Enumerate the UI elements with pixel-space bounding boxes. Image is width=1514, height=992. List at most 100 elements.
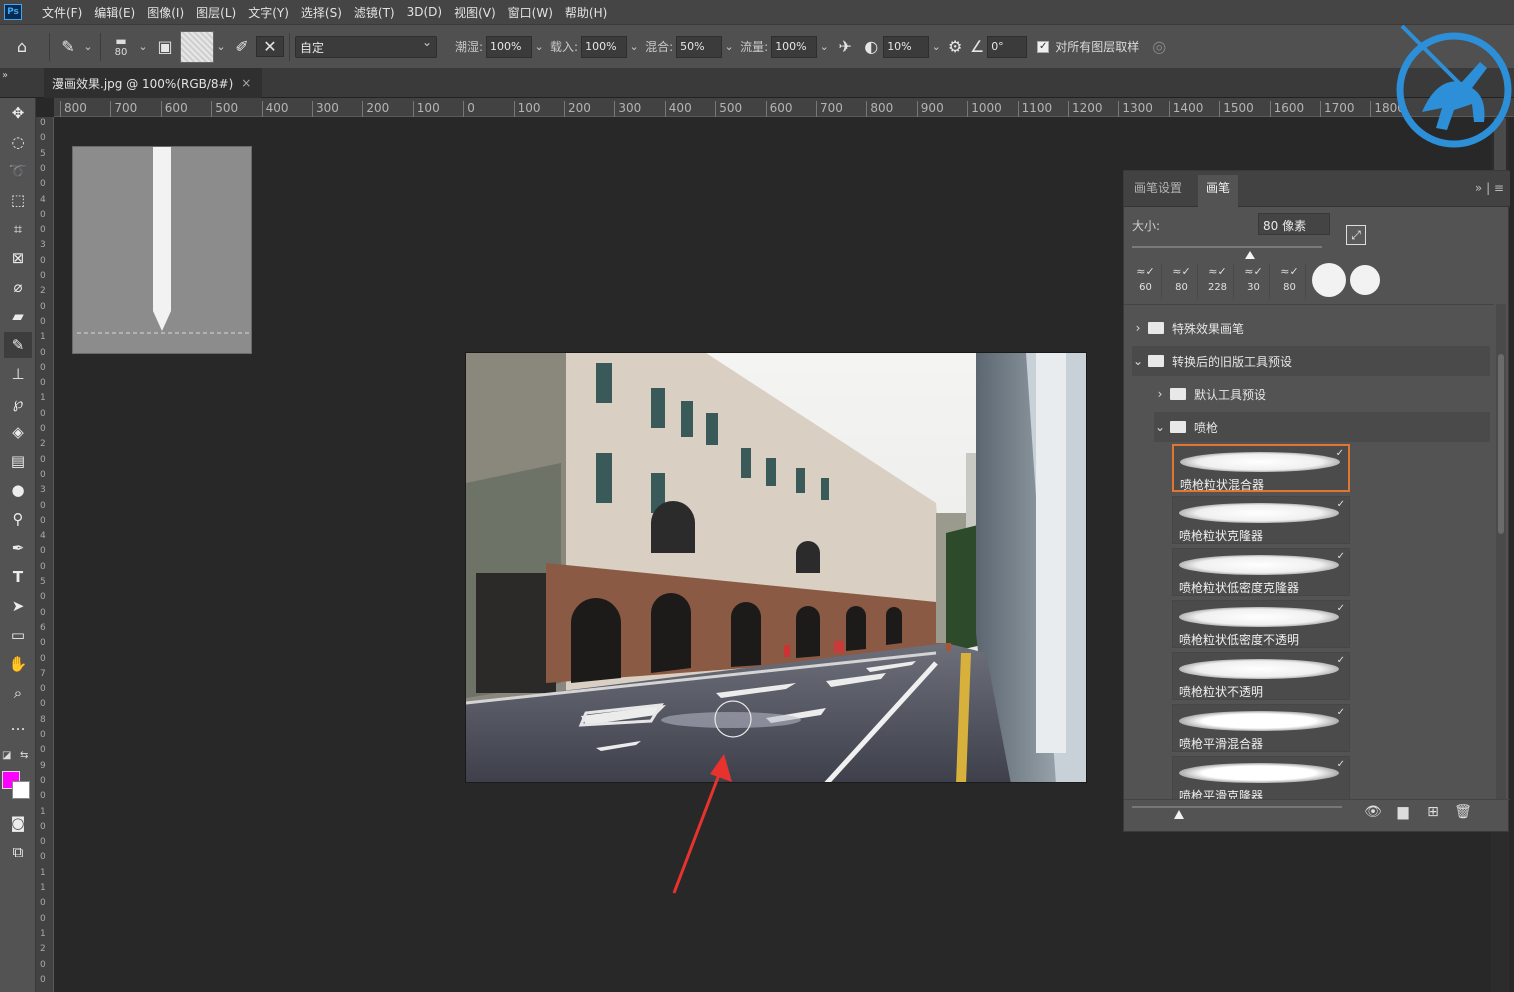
recent-brush-30[interactable]: ≈✓ 30	[1238, 263, 1270, 299]
load-brush-icon[interactable]: ✐	[228, 37, 256, 56]
brush-airbrush-grainy-low-density-opaque[interactable]: ✓ 喷枪粒状低密度不透明	[1172, 600, 1350, 648]
path-select-tool-icon[interactable]: ➤	[4, 593, 32, 619]
frame-tool-icon[interactable]: ⊠	[4, 245, 32, 271]
quick-mask-icon[interactable]: ◙	[4, 810, 32, 836]
rectangle-tool-icon[interactable]: ▭	[4, 622, 32, 648]
menu-3d[interactable]: 3D(D)	[401, 5, 448, 19]
brush-airbrush-smooth-cloner[interactable]: ✓ 喷枪平滑克隆器	[1172, 756, 1350, 799]
blur-tool-icon[interactable]: ●	[4, 477, 32, 503]
flip-brush-icon[interactable]: ⤢	[1346, 225, 1366, 245]
close-icon[interactable]: ×	[241, 76, 251, 90]
load-field[interactable]: 100%	[581, 35, 628, 58]
menu-image[interactable]: 图像(I)	[141, 4, 190, 21]
folder-special-effects[interactable]: › 特殊效果画笔	[1132, 313, 1494, 343]
eyedropper-tool-icon[interactable]: ⌀	[4, 274, 32, 300]
menu-view[interactable]: 视图(V)	[448, 4, 502, 21]
chevron-down-icon[interactable]: ⌄	[532, 40, 546, 53]
airbrush-icon[interactable]: ✈	[831, 37, 859, 56]
brush-airbrush-grainy-cloner[interactable]: ✓ 喷枪粒状克隆器	[1172, 496, 1350, 544]
clean-brush-icon[interactable]: ✕	[256, 36, 284, 57]
folder-converted-legacy[interactable]: ⌄ 转换后的旧版工具预设	[1132, 346, 1490, 376]
new-group-icon[interactable]: ▆	[1388, 804, 1418, 820]
background-color-swatch[interactable]	[12, 781, 30, 799]
mix-field[interactable]: 50%	[676, 35, 723, 58]
toggle-preview-icon[interactable]: 👁	[1358, 804, 1388, 820]
brush-list-scrollbar[interactable]	[1496, 304, 1506, 799]
current-brush-load-swatch[interactable]	[180, 30, 214, 63]
gear-icon[interactable]: ⚙	[943, 37, 967, 56]
brush-airbrush-grainy-mixer[interactable]: ✓ 喷枪粒状混合器	[1172, 444, 1350, 492]
brush-tool-icon[interactable]: ✎	[4, 332, 32, 358]
chevron-down-icon[interactable]: ⌄	[722, 40, 736, 53]
chevron-down-icon[interactable]: ⌄	[214, 40, 228, 53]
brush-preset-picker[interactable]: ▬ 80	[106, 35, 136, 59]
flow-field[interactable]: 100%	[771, 35, 818, 58]
move-tool-icon[interactable]: ✥	[4, 100, 32, 126]
expand-panels-icon[interactable]: »	[2, 70, 8, 81]
screen-mode-icon[interactable]: ⧉	[4, 839, 32, 865]
recent-brush-round[interactable]	[1350, 265, 1380, 295]
new-brush-icon[interactable]: ⊞	[1418, 804, 1448, 820]
scrollbar-thumb[interactable]	[1498, 354, 1504, 534]
gradient-tool-icon[interactable]: ▤	[4, 448, 32, 474]
brush-settings-icon[interactable]: ▣	[150, 37, 180, 56]
menu-window[interactable]: 窗口(W)	[502, 4, 559, 21]
object-select-tool-icon[interactable]: ⬚	[4, 187, 32, 213]
angle-field[interactable]: 0°	[987, 35, 1028, 58]
chevron-down-icon[interactable]: ⌄	[929, 40, 943, 53]
menu-layer[interactable]: 图层(L)	[190, 4, 242, 21]
chevron-right-icon[interactable]: ›	[1132, 321, 1144, 335]
panel-menu-icon[interactable]: » | ≡	[1475, 181, 1504, 195]
type-tool-icon[interactable]: T	[4, 564, 32, 590]
eraser-tool-icon[interactable]: ◈	[4, 419, 32, 445]
pen-tool-icon[interactable]: ✒	[4, 535, 32, 561]
chevron-down-icon[interactable]: ⌄	[627, 40, 641, 53]
sample-all-layers-checkbox[interactable]: ✓	[1037, 40, 1050, 53]
swap-colors-icon[interactable]: ⇆	[20, 750, 28, 761]
brush-airbrush-grainy-low-density-cloner[interactable]: ✓ 喷枪粒状低密度克隆器	[1172, 548, 1350, 596]
folder-default-tool-presets[interactable]: › 默认工具预设	[1154, 379, 1494, 409]
recent-brush-hard-round[interactable]	[1312, 263, 1346, 297]
dodge-tool-icon[interactable]: ⚲	[4, 506, 32, 532]
street-photo[interactable]	[465, 352, 1087, 783]
history-brush-tool-icon[interactable]: ℘	[4, 390, 32, 416]
thumbnail-size-thumb[interactable]	[1174, 810, 1184, 819]
healing-brush-tool-icon[interactable]: ▰	[4, 303, 32, 329]
folder-airbrush[interactable]: ⌄ 喷枪	[1154, 412, 1490, 442]
tab-brushes[interactable]: 画笔	[1198, 175, 1239, 207]
trash-icon[interactable]: 🗑	[1448, 804, 1478, 820]
home-icon[interactable]: ⌂	[0, 37, 44, 56]
lasso-tool-icon[interactable]: ➰	[4, 158, 32, 184]
menu-type[interactable]: 文字(Y)	[242, 4, 295, 21]
wet-field[interactable]: 100%	[486, 35, 533, 58]
recent-brush-228[interactable]: ≈✓ 228	[1202, 263, 1234, 299]
mixer-brush-icon[interactable]: ✎	[55, 37, 81, 56]
size-slider-thumb[interactable]	[1244, 251, 1255, 259]
chevron-down-icon[interactable]: ⌄	[1132, 354, 1144, 368]
chevron-down-icon[interactable]: ⌄	[1154, 420, 1166, 434]
menu-help[interactable]: 帮助(H)	[559, 4, 613, 21]
more-tools-icon[interactable]: …	[4, 712, 32, 738]
chevron-right-icon[interactable]: ›	[1154, 387, 1166, 401]
tab-brush-settings[interactable]: 画笔设置	[1134, 179, 1182, 196]
menu-edit[interactable]: 编辑(E)	[88, 4, 141, 21]
brush-airbrush-smooth-mixer[interactable]: ✓ 喷枪平滑混合器	[1172, 704, 1350, 752]
default-colors-icon[interactable]: ◪	[2, 750, 11, 761]
hand-tool-icon[interactable]: ✋	[4, 651, 32, 677]
recent-brush-80[interactable]: ≈✓ 80	[1166, 263, 1198, 299]
stamp-tool-icon[interactable]: ⊥	[4, 361, 32, 387]
smoothing-field[interactable]: 10%	[883, 35, 930, 58]
menu-select[interactable]: 选择(S)	[295, 4, 348, 21]
zoom-tool-icon[interactable]: ⌕	[4, 680, 32, 706]
menu-filter[interactable]: 滤镜(T)	[348, 4, 401, 21]
menu-file[interactable]: 文件(F)	[36, 4, 88, 21]
brush-airbrush-grainy-opaque[interactable]: ✓ 喷枪粒状不透明	[1172, 652, 1350, 700]
pressure-icon[interactable]: ◎	[1139, 37, 1179, 56]
crop-tool-icon[interactable]: ⌗	[4, 216, 32, 242]
size-field[interactable]: 80 像素	[1258, 213, 1330, 235]
chevron-down-icon[interactable]: ⌄	[817, 40, 831, 53]
recent-brush-60[interactable]: ≈✓ 60	[1130, 263, 1162, 299]
chevron-down-icon[interactable]: ⌄	[81, 40, 95, 53]
photoshop-logo[interactable]: Ps	[4, 4, 22, 20]
recent-brush-80b[interactable]: ≈✓ 80	[1274, 263, 1306, 299]
